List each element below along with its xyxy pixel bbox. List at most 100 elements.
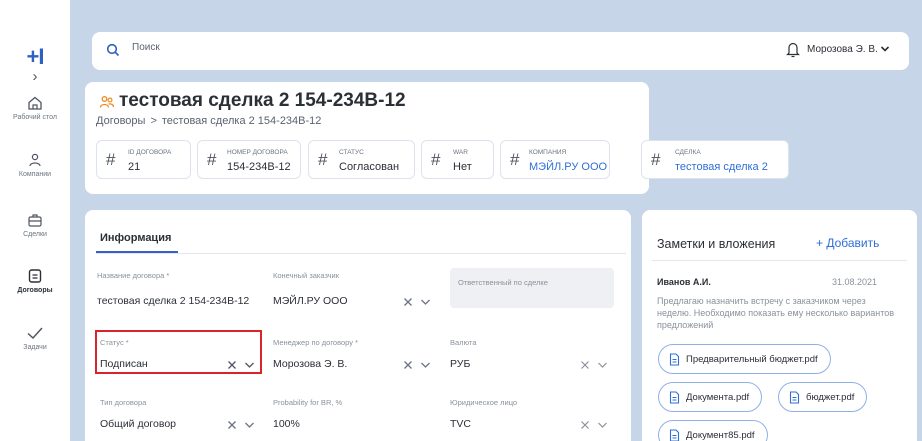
briefcase-icon [28, 214, 42, 227]
file-icon [789, 390, 800, 404]
breadcrumb-current: тестовая сделка 2 154-234B-12 [161, 115, 322, 127]
notes-panel: Заметки и вложения + Добавить Иванов А.И… [642, 210, 917, 441]
probability-input[interactable]: Probability for BR, % 100% [273, 398, 431, 432]
field-label: Валюта [450, 338, 477, 347]
checkmark-icon [27, 327, 43, 340]
hash-icon: # [510, 150, 520, 169]
field-deal: # СДЕЛКА тестовая сделка 2 [641, 140, 789, 179]
field-value: Нет [453, 161, 472, 173]
attachment-name: Документа.pdf [686, 391, 750, 403]
add-note-button[interactable]: + Добавить [816, 236, 879, 250]
sidebar-item-label: Сделки [23, 231, 47, 238]
field-label: СТАТУС [339, 149, 364, 156]
chevron-down-icon[interactable] [244, 360, 255, 370]
chevron-down-icon[interactable] [597, 360, 608, 370]
field-value: 154-234B-12 [227, 161, 291, 173]
sidebar-item-desktop[interactable]: Рабочий стол [0, 95, 70, 121]
breadcrumb: Договоры > тестовая сделка 2 154-234B-12 [96, 115, 321, 127]
chevron-down-icon[interactable] [420, 297, 431, 307]
field-value: TVC [450, 418, 471, 430]
field-label: WAR [453, 149, 468, 156]
field-value: МЭЙЛ.РУ ООО [273, 295, 348, 307]
field-label: Probability for BR, % [273, 398, 343, 407]
sidebar: +I › Рабочий стол Компании Сделки Догово… [0, 0, 70, 441]
hash-icon: # [106, 150, 116, 169]
field-label: Статус * [100, 338, 129, 347]
clear-icon[interactable] [403, 360, 413, 370]
field-value: Согласован [339, 161, 400, 173]
currency-select[interactable]: Валюта РУБ [450, 338, 608, 372]
field-value: РУБ [450, 358, 471, 370]
breadcrumb-contracts[interactable]: Договоры [96, 115, 145, 127]
note-date: 31.08.2021 [832, 277, 878, 287]
sidebar-item-label: Договоры [17, 287, 53, 294]
company-link[interactable]: МЭЙЛ.РУ ООО [529, 161, 607, 173]
app-logo[interactable]: +I [0, 44, 70, 70]
status-select[interactable]: Статус * Подписан [100, 338, 255, 372]
search-input[interactable] [132, 42, 532, 53]
chevron-down-icon[interactable] [244, 420, 255, 430]
end-customer-select[interactable]: Конечный заказчик МЭЙЛ.РУ ООО [273, 271, 431, 311]
field-label: ID ДОГОВОРА [128, 149, 172, 156]
hash-icon: # [431, 150, 441, 169]
divider [96, 253, 626, 254]
search-icon[interactable] [106, 43, 120, 57]
file-icon [669, 390, 680, 404]
sidebar-item-tasks[interactable]: Задачи [0, 325, 70, 351]
sidebar-item-label: Задачи [23, 344, 47, 351]
field-value: Общий договор [100, 418, 177, 430]
field-label: Ответственный по сделке [458, 278, 548, 287]
contract-type-select[interactable]: Тип договора Общий договор [100, 398, 255, 432]
tab-information[interactable]: Информация [100, 232, 171, 244]
chevron-down-icon[interactable] [420, 360, 431, 370]
expand-sidebar-icon[interactable]: › [0, 68, 70, 85]
file-icon [669, 352, 680, 366]
clear-icon[interactable] [403, 297, 413, 307]
field-label: Менеджер по договору * [273, 338, 358, 347]
field-value: 100% [273, 418, 300, 430]
note-author: Иванов А.И. [657, 277, 711, 287]
field-value: Морозова Э. В. [273, 358, 348, 370]
attachment-name: Документ85.pdf [686, 429, 755, 441]
attachment-chip[interactable]: Документа.pdf [658, 382, 763, 412]
field-company: # КОМПАНИЯ МЭЙЛ.РУ ООО [500, 140, 610, 179]
field-label: Название договора * [97, 271, 170, 280]
clear-icon[interactable] [580, 420, 590, 430]
sidebar-item-companies[interactable]: Компании [0, 152, 70, 178]
field-label: КОМПАНИЯ [529, 149, 567, 156]
hash-icon: # [651, 150, 661, 169]
deal-link[interactable]: тестовая сделка 2 [675, 161, 768, 173]
file-icon [669, 428, 680, 441]
chevron-down-icon[interactable] [880, 44, 890, 54]
top-bar: Морозова Э. В. [92, 32, 909, 70]
attachment-chip[interactable]: Предварительный бюджет.pdf [658, 344, 831, 374]
document-icon [28, 269, 42, 283]
field-label: Конечный заказчик [273, 271, 340, 280]
field-label: СДЕЛКА [675, 149, 701, 156]
legal-entity-select[interactable]: Юридическое лицо TVC [450, 398, 608, 432]
field-label: Юридическое лицо [450, 398, 518, 407]
hash-icon: # [318, 150, 328, 169]
field-value: Подписан [100, 358, 148, 370]
attachment-chip[interactable]: бюджет.pdf [778, 382, 868, 412]
contract-name-field[interactable]: Название договора * тестовая сделка 2 15… [97, 271, 262, 311]
user-menu-name[interactable]: Морозова Э. В. [807, 44, 878, 55]
field-value: 21 [128, 161, 141, 173]
clear-icon[interactable] [227, 420, 237, 430]
breadcrumb-separator-icon: > [150, 115, 157, 127]
clear-icon[interactable] [580, 360, 590, 370]
attachment-name: бюджет.pdf [806, 391, 855, 403]
attachment-chip[interactable]: Документ85.pdf [658, 420, 768, 441]
sidebar-item-deals[interactable]: Сделки [0, 212, 70, 238]
sidebar-item-contracts[interactable]: Договоры [0, 268, 70, 294]
field-contract-id: # ID ДОГОВОРА 21 [96, 140, 191, 179]
attachment-name: Предварительный бюджет.pdf [686, 353, 818, 365]
clear-icon[interactable] [227, 360, 237, 370]
manager-select[interactable]: Менеджер по договору * Морозова Э. В. [273, 338, 431, 372]
deal-people-icon [99, 96, 115, 108]
hash-icon: # [207, 150, 217, 169]
chevron-down-icon[interactable] [597, 420, 608, 430]
field-war: # WAR Нет [421, 140, 494, 179]
responsible-field[interactable]: Ответственный по сделке [450, 268, 614, 308]
bell-icon[interactable] [786, 41, 800, 58]
